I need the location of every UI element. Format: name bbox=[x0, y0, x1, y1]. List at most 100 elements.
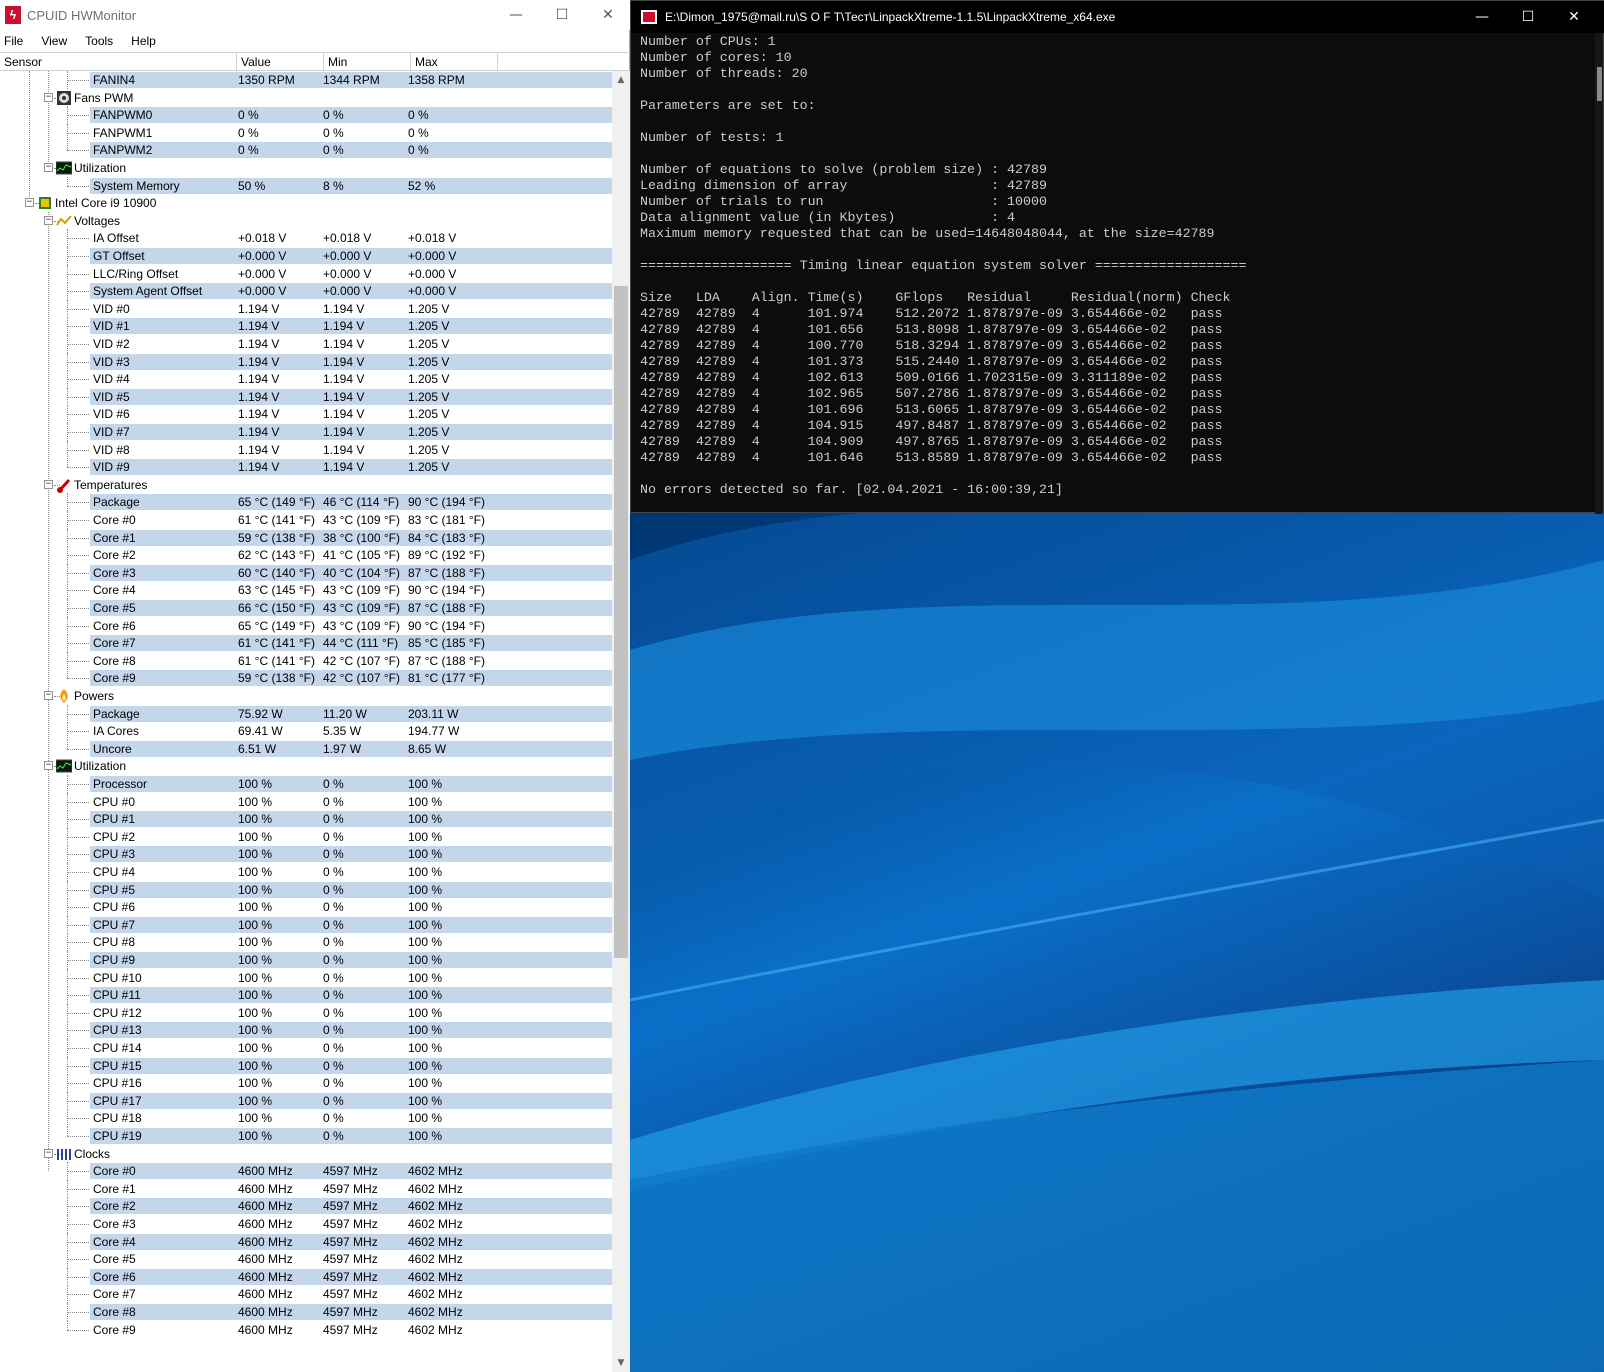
sensor-row[interactable]: FANPWM1 0 % 0 % 0 % bbox=[0, 123, 612, 142]
sensor-row[interactable]: Package 75.92 W 11.20 W 203.11 W bbox=[0, 704, 612, 723]
hwmonitor-titlebar[interactable]: ϟ CPUID HWMonitor — ☐ ✕ bbox=[0, 0, 630, 30]
collapse-toggle-icon[interactable]: − bbox=[44, 479, 53, 489]
tree-group-row[interactable]: − Utilization bbox=[0, 757, 612, 775]
sensor-row[interactable]: VID #4 1.194 V 1.194 V 1.205 V bbox=[0, 370, 612, 389]
sensor-row[interactable]: CPU #5 100 % 0 % 100 % bbox=[0, 880, 612, 899]
tree-group-row[interactable]: − Intel Core i9 10900 bbox=[0, 194, 612, 212]
sensor-row[interactable]: IA Cores 69.41 W 5.35 W 194.77 W bbox=[0, 722, 612, 741]
sensor-row[interactable]: Core #8 4600 MHz 4597 MHz 4602 MHz bbox=[0, 1303, 612, 1321]
sensor-row[interactable]: VID #2 1.194 V 1.194 V 1.205 V bbox=[0, 335, 612, 353]
sensor-row[interactable]: Core #3 60 °C (140 °F) 40 °C (104 °F) 87 °C… bbox=[0, 563, 612, 582]
maximize-button[interactable]: ☐ bbox=[539, 0, 585, 30]
sensor-row[interactable]: CPU #9 100 % 0 % 100 % bbox=[0, 951, 612, 969]
sensor-row[interactable]: Core #5 4600 MHz 4597 MHz 4602 MHz bbox=[0, 1250, 612, 1269]
sensor-row[interactable]: Core #8 61 °C (141 °F) 42 °C (107 °F) 87 °C… bbox=[0, 651, 612, 670]
collapse-toggle-icon[interactable]: − bbox=[44, 761, 53, 771]
collapse-toggle-icon[interactable]: − bbox=[44, 1148, 53, 1158]
sensor-row[interactable]: Core #3 4600 MHz 4597 MHz 4602 MHz bbox=[0, 1215, 612, 1233]
sensor-row[interactable]: Core #0 61 °C (141 °F) 43 °C (109 °F) 83 °C… bbox=[0, 511, 612, 529]
sensor-row[interactable]: VID #0 1.194 V 1.194 V 1.205 V bbox=[0, 299, 612, 318]
sensor-row[interactable]: System Agent Offset +0.000 V +0.000 V +0.00… bbox=[0, 282, 612, 301]
sensor-row[interactable]: Core #4 63 °C (145 °F) 43 °C (109 °F) 90 °C… bbox=[0, 581, 612, 600]
column-header-value[interactable]: Value bbox=[237, 53, 324, 71]
sensor-row[interactable]: VID #3 1.194 V 1.194 V 1.205 V bbox=[0, 352, 612, 371]
sensor-row[interactable]: VID #5 1.194 V 1.194 V 1.205 V bbox=[0, 387, 612, 406]
hwmonitor-window[interactable]: ϟ CPUID HWMonitor — ☐ ✕ File View Tools … bbox=[0, 0, 630, 1372]
tree-group-row[interactable]: − Utilization bbox=[0, 159, 612, 177]
sensor-row[interactable]: Core #7 4600 MHz 4597 MHz 4602 MHz bbox=[0, 1285, 612, 1304]
console-scrollbar[interactable] bbox=[1595, 33, 1603, 514]
sensor-row[interactable]: LLC/Ring Offset +0.000 V +0.000 V +0.000 V bbox=[0, 264, 612, 283]
sensor-row[interactable]: CPU #14 100 % 0 % 100 % bbox=[0, 1039, 612, 1057]
sensor-row[interactable]: CPU #8 100 % 0 % 100 % bbox=[0, 933, 612, 952]
sensor-row[interactable]: CPU #4 100 % 0 % 100 % bbox=[0, 863, 612, 881]
menu-view[interactable]: View bbox=[37, 34, 75, 48]
column-header-min[interactable]: Min bbox=[324, 53, 411, 71]
sensor-row[interactable]: CPU #19 100 % 0 % 100 % bbox=[0, 1127, 612, 1145]
scroll-down-arrow-icon[interactable]: ▼ bbox=[612, 1354, 630, 1372]
collapse-toggle-icon[interactable]: − bbox=[25, 198, 34, 208]
sensor-row[interactable]: Processor 100 % 0 % 100 % bbox=[0, 775, 612, 793]
sensor-row[interactable]: CPU #16 100 % 0 % 100 % bbox=[0, 1074, 612, 1093]
tree-group-row[interactable]: − Temperatures bbox=[0, 476, 612, 494]
sensor-row[interactable]: Core #9 4600 MHz 4597 MHz 4602 MHz bbox=[0, 1320, 612, 1339]
sensor-row[interactable]: Core #6 65 °C (149 °F) 43 °C (109 °F) 90 °C… bbox=[0, 616, 612, 635]
menu-file[interactable]: File bbox=[0, 34, 31, 48]
tree-group-row[interactable]: − Voltages bbox=[0, 212, 612, 230]
sensor-row[interactable]: Core #2 4600 MHz 4597 MHz 4602 MHz bbox=[0, 1197, 612, 1216]
close-button[interactable]: ✕ bbox=[585, 0, 631, 30]
sensor-row[interactable]: CPU #11 100 % 0 % 100 % bbox=[0, 986, 612, 1005]
console-close-button[interactable]: ✕ bbox=[1551, 1, 1597, 33]
sensor-row[interactable]: VID #8 1.194 V 1.194 V 1.205 V bbox=[0, 440, 612, 459]
console-maximize-button[interactable]: ☐ bbox=[1505, 1, 1551, 33]
menu-tools[interactable]: Tools bbox=[81, 34, 121, 48]
sensor-row[interactable]: VID #1 1.194 V 1.194 V 1.205 V bbox=[0, 317, 612, 336]
sensor-tree[interactable]: FANIN4 1350 RPM 1344 RPM 1358 RPM − Fans PWM F… bbox=[0, 71, 612, 1372]
sensor-row[interactable]: CPU #7 100 % 0 % 100 % bbox=[0, 915, 612, 934]
sensor-row[interactable]: CPU #10 100 % 0 % 100 % bbox=[0, 968, 612, 987]
sensor-row[interactable]: VID #9 1.194 V 1.194 V 1.205 V bbox=[0, 458, 612, 476]
console-scroll-thumb[interactable] bbox=[1597, 67, 1602, 101]
sensor-row[interactable]: VID #6 1.194 V 1.194 V 1.205 V bbox=[0, 405, 612, 424]
sensor-row[interactable]: Package 65 °C (149 °F) 46 °C (114 °F) 90 °C… bbox=[0, 493, 612, 512]
collapse-toggle-icon[interactable]: − bbox=[44, 691, 53, 700]
collapse-toggle-icon[interactable]: − bbox=[44, 92, 53, 102]
sensor-row[interactable]: Core #4 4600 MHz 4597 MHz 4602 MHz bbox=[0, 1232, 612, 1251]
tree-group-row[interactable]: − Clocks bbox=[0, 1145, 612, 1163]
sensor-row[interactable]: Core #6 4600 MHz 4597 MHz 4602 MHz bbox=[0, 1267, 612, 1286]
column-header-sensor[interactable]: Sensor bbox=[0, 53, 237, 71]
sensor-row[interactable]: Uncore 6.51 W 1.97 W 8.65 W bbox=[0, 739, 612, 758]
tree-group-row[interactable]: − Fans PWM bbox=[0, 89, 612, 107]
minimize-button[interactable]: — bbox=[493, 0, 539, 30]
console-output[interactable]: Number of CPUs: 1 Number of cores: 10 Numb… bbox=[640, 34, 1595, 514]
console-window[interactable]: E:\Dimon_1975@mail.ru\S O F T\Тест\Linpa… bbox=[630, 0, 1604, 514]
sensor-row[interactable]: GT Offset +0.000 V +0.000 V +0.000 V bbox=[0, 247, 612, 265]
menu-help[interactable]: Help bbox=[127, 34, 164, 48]
vertical-scrollbar[interactable]: ▲ ▼ bbox=[612, 71, 630, 1372]
console-titlebar[interactable]: E:\Dimon_1975@mail.ru\S O F T\Тест\Linpa… bbox=[631, 1, 1604, 33]
sensor-row[interactable]: CPU #0 100 % 0 % 100 % bbox=[0, 792, 612, 811]
collapse-toggle-icon[interactable]: − bbox=[44, 215, 53, 225]
sensor-row[interactable]: CPU #2 100 % 0 % 100 % bbox=[0, 827, 612, 846]
sensor-row[interactable]: CPU #12 100 % 0 % 100 % bbox=[0, 1003, 612, 1022]
sensor-row[interactable]: FANPWM2 0 % 0 % 0 % bbox=[0, 141, 612, 159]
sensor-row[interactable]: VID #7 1.194 V 1.194 V 1.205 V bbox=[0, 423, 612, 441]
sensor-row[interactable]: CPU #15 100 % 0 % 100 % bbox=[0, 1056, 612, 1075]
sensor-row[interactable]: System Memory 50 % 8 % 52 % bbox=[0, 176, 612, 195]
sensor-row[interactable]: CPU #1 100 % 0 % 100 % bbox=[0, 810, 612, 829]
sensor-row[interactable]: CPU #13 100 % 0 % 100 % bbox=[0, 1021, 612, 1040]
sensor-row[interactable]: Core #0 4600 MHz 4597 MHz 4602 MHz bbox=[0, 1162, 612, 1181]
sensor-row[interactable]: Core #1 4600 MHz 4597 MHz 4602 MHz bbox=[0, 1179, 612, 1198]
column-header-max[interactable]: Max bbox=[411, 53, 498, 71]
sensor-row[interactable]: Core #7 61 °C (141 °F) 44 °C (111 °F) 85 °C… bbox=[0, 634, 612, 653]
sensor-row[interactable]: FANPWM0 0 % 0 % 0 % bbox=[0, 106, 612, 125]
scroll-thumb[interactable] bbox=[614, 286, 628, 958]
sensor-row[interactable]: CPU #17 100 % 0 % 100 % bbox=[0, 1091, 612, 1110]
collapse-toggle-icon[interactable]: − bbox=[44, 163, 53, 172]
sensor-row[interactable]: Core #1 59 °C (138 °F) 38 °C (100 °F) 84 °C… bbox=[0, 528, 612, 547]
tree-group-row[interactable]: − Powers bbox=[0, 687, 612, 705]
sensor-row[interactable]: FANIN4 1350 RPM 1344 RPM 1358 RPM bbox=[0, 71, 612, 89]
sensor-row[interactable]: Core #9 59 °C (138 °F) 42 °C (107 °F) 81 °C… bbox=[0, 669, 612, 687]
console-minimize-button[interactable]: — bbox=[1459, 1, 1505, 33]
sensor-row[interactable]: CPU #3 100 % 0 % 100 % bbox=[0, 845, 612, 864]
